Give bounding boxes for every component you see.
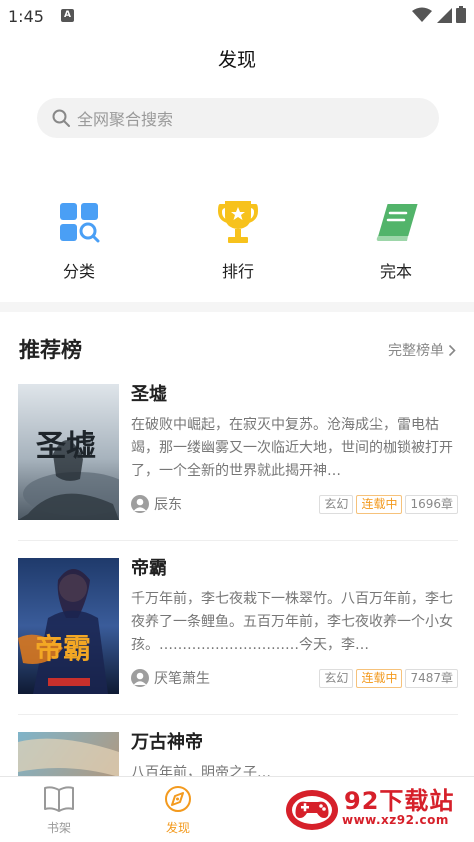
watermark-url: www.xz92.com bbox=[342, 813, 449, 827]
status-badge: 连载中 bbox=[356, 494, 403, 514]
author-name: 厌笔萧生 bbox=[154, 671, 210, 687]
tab-bookshelf-label: 书架 bbox=[46, 821, 71, 835]
book-title: 帝霸 bbox=[131, 558, 167, 579]
author-avatar-icon bbox=[131, 669, 149, 687]
status-icons bbox=[412, 6, 466, 23]
chapter-count: 7487章 bbox=[405, 668, 458, 688]
book-description: 千万年前，李七夜栽下一株翠竹。八百万年前，李七夜养了一条鲤鱼。五百万年前，李七夜… bbox=[131, 591, 453, 653]
notification-icon: A bbox=[61, 9, 74, 22]
book-title: 圣墟 bbox=[131, 384, 167, 405]
genre-tag: 玄幻 bbox=[319, 494, 354, 514]
nav-completed[interactable]: 完本 bbox=[346, 196, 446, 282]
status-time: 1:45 bbox=[8, 7, 44, 26]
book-description: 在破败中崛起，在寂灭中复苏。沧海成尘，雷电枯竭，那一缕幽雾又一次临近大地，世间的… bbox=[131, 417, 453, 479]
wifi-icon bbox=[412, 7, 432, 22]
tab-discover-label: 发现 bbox=[165, 821, 190, 835]
search-input[interactable]: 全网聚合搜索 bbox=[37, 98, 439, 138]
full-ranking-link[interactable]: 完整榜单 bbox=[388, 340, 456, 360]
genre-tag: 玄幻 bbox=[319, 668, 354, 688]
status-bar: 1:45 A bbox=[0, 0, 474, 34]
nav-category-label: 分类 bbox=[62, 262, 95, 281]
signal-icon bbox=[437, 7, 452, 23]
cover-title-text: 帝霸 bbox=[35, 632, 91, 665]
book-item[interactable]: 圣墟 圣墟 在破败中崛起，在寂灭中复苏。沧海成尘，雷电枯竭，那一缕幽雾又一次临近… bbox=[18, 384, 458, 524]
tab-discover[interactable]: 发现 bbox=[148, 785, 208, 836]
nav-ranking[interactable]: 排行 bbox=[188, 196, 288, 282]
watermark: 92下载站 www.xz92.com bbox=[282, 778, 470, 838]
book-cover: 帝霸 bbox=[18, 558, 119, 694]
chapter-count: 1696章 bbox=[405, 494, 458, 514]
chevron-right-icon bbox=[448, 344, 456, 356]
book-title: 万古神帝 bbox=[131, 732, 203, 753]
section-title: 推荐榜 bbox=[19, 338, 82, 362]
nav-completed-label: 完本 bbox=[379, 262, 412, 281]
book-open-icon bbox=[44, 786, 74, 812]
book-cover: 圣墟 bbox=[18, 384, 119, 520]
battery-icon bbox=[456, 6, 466, 23]
author-avatar-icon bbox=[131, 495, 149, 513]
quick-nav: 分类 排行 完本 bbox=[0, 196, 474, 286]
nav-ranking-label: 排行 bbox=[221, 262, 254, 281]
tab-bookshelf[interactable]: 书架 bbox=[29, 785, 89, 836]
page-title: 发现 bbox=[217, 49, 256, 71]
trophy-icon bbox=[188, 196, 288, 248]
book-divider bbox=[18, 540, 458, 541]
compass-icon bbox=[165, 786, 191, 812]
gamepad-logo-icon bbox=[286, 790, 338, 830]
book-icon bbox=[346, 196, 446, 248]
section-divider bbox=[0, 302, 474, 312]
author-name: 辰东 bbox=[154, 497, 182, 513]
cover-title-text: 圣墟 bbox=[36, 429, 96, 464]
book-divider bbox=[18, 714, 458, 715]
nav-category[interactable]: 分类 bbox=[29, 196, 129, 282]
category-grid-search-icon bbox=[29, 196, 129, 248]
search-icon bbox=[52, 109, 70, 127]
watermark-text: 92下载站 bbox=[344, 787, 455, 815]
search-placeholder: 全网聚合搜索 bbox=[77, 110, 174, 129]
book-item[interactable]: 帝霸 帝霸 千万年前，李七夜栽下一株翠竹。八百万年前，李七夜养了一条鲤鱼。五百万… bbox=[18, 558, 458, 698]
status-badge: 连载中 bbox=[356, 668, 403, 688]
full-ranking-label: 完整榜单 bbox=[388, 343, 444, 359]
